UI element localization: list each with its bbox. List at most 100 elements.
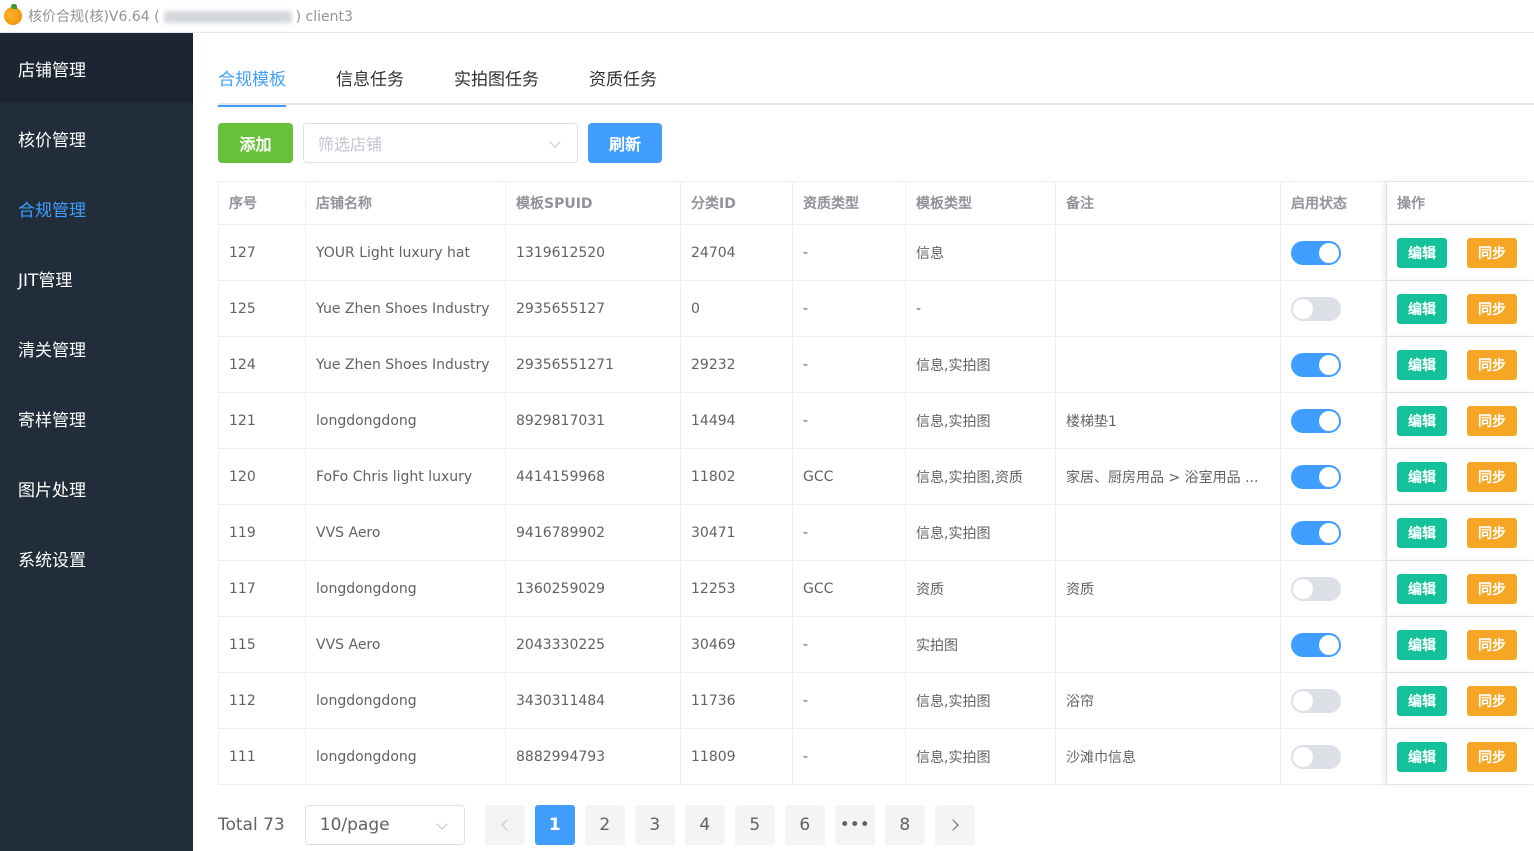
header-category-id: 分类ID [681, 182, 793, 224]
cell-index: 127 [219, 225, 306, 280]
cell-enabled [1281, 225, 1387, 280]
sync-button[interactable]: 同步 [1467, 573, 1517, 604]
enabled-toggle[interactable] [1291, 464, 1341, 489]
toggle-knob [1319, 354, 1339, 375]
sync-button[interactable]: 同步 [1467, 237, 1517, 268]
page-button[interactable]: 1 [534, 805, 575, 845]
edit-button[interactable]: 编辑 [1397, 629, 1447, 660]
edit-button[interactable]: 编辑 [1397, 349, 1447, 380]
enabled-toggle[interactable] [1291, 632, 1341, 657]
cell-index: 125 [219, 281, 306, 336]
enabled-toggle[interactable] [1291, 744, 1341, 769]
cell-actions: 编辑 同步 [1387, 729, 1534, 784]
sync-button[interactable]: 同步 [1467, 293, 1517, 324]
cell-spuid: 1360259029 [506, 561, 681, 616]
add-button[interactable]: 添加 [218, 123, 293, 163]
sidebar-item-jit[interactable]: JIT管理 [0, 243, 193, 313]
enabled-toggle[interactable] [1291, 352, 1341, 377]
sidebar-item-images[interactable]: 图片处理 [0, 453, 193, 523]
template-type-text: 资质 [916, 581, 944, 598]
sync-button[interactable]: 同步 [1467, 405, 1517, 436]
header-enabled: 启用状态 [1281, 182, 1387, 224]
sidebar-item-pricing[interactable]: 核价管理 [0, 103, 193, 173]
spuid-text: 8882994793 [516, 748, 606, 765]
qualification-type-text: - [803, 300, 809, 317]
sync-button[interactable]: 同步 [1467, 629, 1517, 660]
cell-category-id: 11736 [681, 673, 793, 728]
sidebar-item-customs[interactable]: 清关管理 [0, 313, 193, 383]
cell-qualification-type: GCC [793, 561, 906, 616]
enabled-toggle[interactable] [1291, 296, 1341, 321]
sync-button[interactable]: 同步 [1467, 461, 1517, 492]
page-button[interactable]: 8 [884, 805, 925, 845]
cell-note: 资质 [1056, 561, 1281, 616]
sync-button[interactable]: 同步 [1467, 685, 1517, 716]
cell-category-id: 30471 [681, 505, 793, 560]
edit-button[interactable]: 编辑 [1397, 741, 1447, 772]
cell-note [1056, 617, 1281, 672]
edit-button[interactable]: 编辑 [1397, 461, 1447, 492]
sidebar-item-samples[interactable]: 寄样管理 [0, 383, 193, 453]
index-text: 115 [229, 636, 256, 653]
cell-actions: 编辑 同步 [1387, 449, 1534, 504]
tab-compliance-templates[interactable]: 合规模板 [218, 63, 286, 107]
page-button[interactable]: 4 [684, 805, 725, 845]
chevron-down-icon [436, 818, 448, 830]
store-filter-select[interactable]: 筛选店铺 [303, 123, 578, 163]
cell-qualification-type: - [793, 225, 906, 280]
enabled-toggle[interactable] [1291, 520, 1341, 545]
page-button[interactable]: 5 [734, 805, 775, 845]
enabled-toggle[interactable] [1291, 408, 1341, 433]
spuid-text: 29356551271 [516, 356, 614, 373]
cell-template-type: 资质 [906, 561, 1056, 616]
refresh-button[interactable]: 刷新 [588, 123, 662, 163]
enabled-toggle[interactable] [1291, 240, 1341, 265]
tab-photo-tasks[interactable]: 实拍图任务 [454, 63, 539, 105]
page-button[interactable]: 2 [584, 805, 625, 845]
cell-category-id: 14494 [681, 393, 793, 448]
category-id-text: 30471 [691, 524, 736, 541]
cell-index: 124 [219, 337, 306, 392]
page-button[interactable]: 3 [634, 805, 675, 845]
spuid-text: 4414159968 [516, 468, 606, 485]
cell-category-id: 12253 [681, 561, 793, 616]
main-content: 合规模板 信息任务 实拍图任务 资质任务 添加 筛选店铺 刷新 序号 店铺名称 … [193, 33, 1534, 851]
note-text: 资质 [1066, 581, 1094, 598]
header-note: 备注 [1056, 182, 1281, 224]
category-id-text: 14494 [691, 412, 736, 429]
chevron-right-icon [947, 819, 959, 831]
table-row: 125 Yue Zhen Shoes Industry 2935655127 0 - - 编… [219, 281, 1534, 337]
cell-template-type: - [906, 281, 1056, 336]
tab-info-tasks[interactable]: 信息任务 [336, 63, 404, 105]
category-id-text: 11736 [691, 692, 736, 709]
prev-page-button[interactable] [484, 805, 525, 845]
edit-button[interactable]: 编辑 [1397, 405, 1447, 436]
toggle-knob [1319, 466, 1339, 487]
enabled-toggle[interactable] [1291, 688, 1341, 713]
cell-shop-name: FoFo Chris light luxury [306, 449, 506, 504]
sidebar-item-compliance[interactable]: 合规管理 [0, 173, 193, 243]
edit-button[interactable]: 编辑 [1397, 685, 1447, 716]
enabled-toggle[interactable] [1291, 576, 1341, 601]
cell-actions: 编辑 同步 [1387, 561, 1534, 616]
sidebar-item-store[interactable]: 店铺管理 [0, 33, 193, 103]
sync-button[interactable]: 同步 [1467, 349, 1517, 380]
sync-button[interactable]: 同步 [1467, 517, 1517, 548]
cell-note [1056, 505, 1281, 560]
qualification-type-text: - [803, 356, 809, 373]
more-pages-button[interactable]: ••• [834, 805, 875, 845]
cell-category-id: 0 [681, 281, 793, 336]
next-page-button[interactable] [934, 805, 975, 845]
sidebar-item-settings[interactable]: 系统设置 [0, 523, 193, 593]
cell-category-id: 11809 [681, 729, 793, 784]
sync-button[interactable]: 同步 [1467, 741, 1517, 772]
edit-button[interactable]: 编辑 [1397, 573, 1447, 604]
cell-spuid: 9416789902 [506, 505, 681, 560]
template-type-text: 信息,实拍图 [916, 525, 991, 542]
tab-qualification-tasks[interactable]: 资质任务 [589, 63, 657, 105]
page-size-select[interactable]: 10/page [304, 805, 465, 845]
edit-button[interactable]: 编辑 [1397, 517, 1447, 548]
edit-button[interactable]: 编辑 [1397, 293, 1447, 324]
edit-button[interactable]: 编辑 [1397, 237, 1447, 268]
page-button[interactable]: 6 [784, 805, 825, 845]
